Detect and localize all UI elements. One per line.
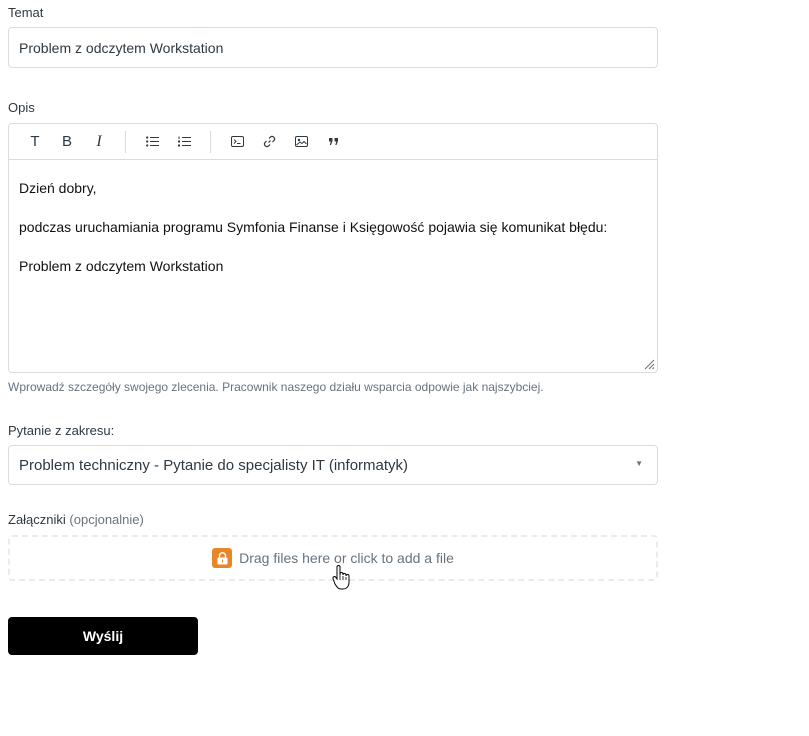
numbered-list-icon — [177, 136, 191, 147]
description-hint: Wprowadź szczegóły swojego zlecenia. Pra… — [8, 380, 544, 394]
description-editor[interactable]: T B I Dzień dobry, podczas uruchamiania … — [8, 123, 658, 373]
subject-value: Problem z odczytem Workstation — [19, 39, 224, 56]
bullet-list-button[interactable] — [136, 129, 168, 155]
editor-content[interactable]: Dzień dobry, podczas uruchamiania progra… — [9, 160, 657, 307]
bold-button[interactable]: B — [51, 129, 83, 155]
attachments-label-text: Załączniki — [8, 512, 66, 527]
question-scope-value: Problem techniczny - Pytanie do specjali… — [19, 456, 409, 474]
quote-button[interactable] — [317, 129, 349, 155]
question-scope-select[interactable]: Problem techniczny - Pytanie do specjali… — [8, 445, 658, 485]
text-style-button[interactable]: T — [19, 129, 51, 155]
dropzone-text: Drag files here or click to add a file — [239, 550, 454, 566]
quote-icon — [328, 138, 338, 145]
editor-paragraph: Dzień dobry, — [19, 180, 97, 196]
attachments-optional-text: (opcjonalnie) — [69, 512, 144, 527]
numbered-list-button[interactable] — [168, 129, 200, 155]
editor-toolbar: T B I — [9, 124, 657, 160]
hand-cursor-icon — [332, 565, 350, 590]
description-label: Opis — [8, 100, 35, 115]
toolbar-divider — [210, 130, 211, 153]
lock-icon — [212, 548, 233, 568]
italic-icon: I — [96, 132, 102, 150]
code-block-button[interactable] — [221, 129, 253, 155]
editor-paragraph: Problem z odczytem Workstation — [19, 258, 224, 274]
image-button[interactable] — [285, 129, 317, 155]
italic-button[interactable]: I — [83, 129, 115, 155]
resize-handle-icon[interactable] — [643, 358, 655, 370]
subject-label: Temat — [8, 5, 44, 20]
subject-input[interactable]: Problem z odczytem Workstation — [8, 27, 658, 68]
chevron-down-icon: ▼ — [635, 459, 643, 468]
link-button[interactable] — [253, 129, 285, 155]
text-icon: T — [30, 133, 40, 150]
link-icon — [263, 135, 275, 148]
toolbar-divider — [125, 130, 126, 153]
editor-paragraph: podczas uruchamiania programu Symfonia F… — [19, 219, 608, 235]
bullet-list-icon — [145, 136, 159, 147]
question-scope-label: Pytanie z zakresu: — [8, 423, 115, 438]
bold-icon: B — [61, 133, 72, 150]
attachments-label: Załączniki (opcjonalnie) — [8, 512, 144, 528]
image-icon — [294, 136, 308, 147]
submit-button[interactable]: Wyślij — [8, 617, 198, 655]
terminal-icon — [230, 136, 244, 147]
